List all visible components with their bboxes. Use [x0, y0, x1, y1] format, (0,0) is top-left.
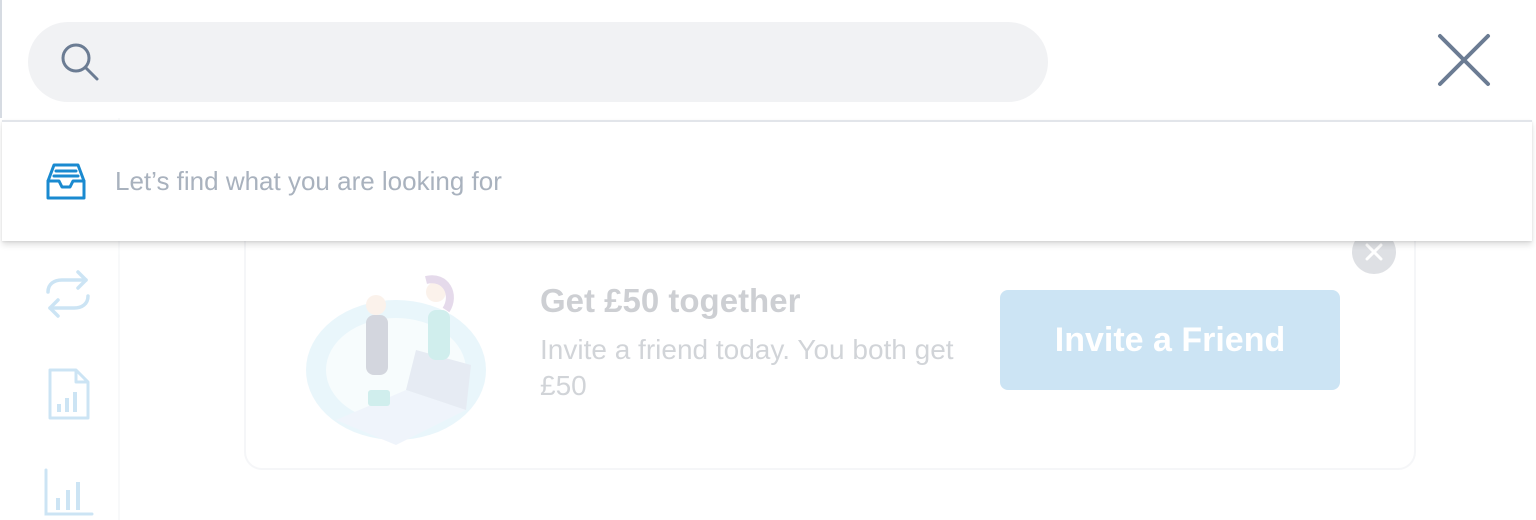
- promo-description: Invite a friend today. You both get £50: [540, 334, 954, 401]
- inbox-tray-icon: [46, 163, 86, 200]
- handshake-illustration: [306, 275, 486, 445]
- referral-promo-card: Get £50 together Invite a friend today. …: [244, 220, 1416, 470]
- invite-friend-button[interactable]: Invite a Friend: [1000, 290, 1340, 390]
- promo-title: Get £50 together: [540, 282, 801, 319]
- search-results-panel: Let’s find what you are looking for: [2, 120, 1532, 241]
- empty-state-message: Let’s find what you are looking for: [115, 166, 502, 196]
- report-document-icon[interactable]: [40, 366, 96, 422]
- app-stage: Get £50 together Invite a friend today. …: [0, 0, 1536, 520]
- search-input[interactable]: [120, 22, 1024, 104]
- search-header: [0, 0, 1536, 118]
- search-icon: [61, 43, 99, 81]
- bar-chart-icon[interactable]: [40, 464, 96, 520]
- transfer-arrows-icon[interactable]: [40, 266, 96, 322]
- search-bar[interactable]: [28, 22, 1048, 104]
- close-icon[interactable]: [1434, 30, 1494, 90]
